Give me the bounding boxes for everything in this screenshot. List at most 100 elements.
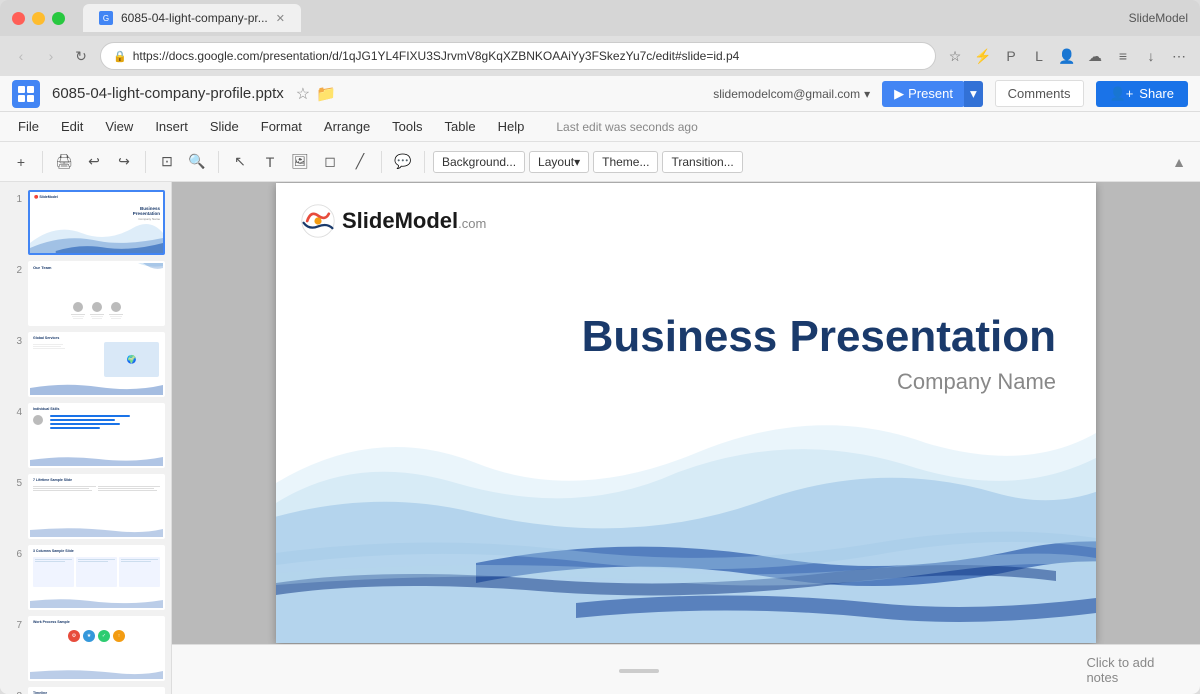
undo-button[interactable]: ↩ xyxy=(81,149,107,175)
toolbar-sep-2 xyxy=(145,151,146,173)
slide-thumb-6[interactable]: 6 3 Columns Sample Slide xyxy=(6,545,165,610)
tab-close-icon[interactable]: ✕ xyxy=(276,12,285,25)
slide-panel: 1 🔴 SlideModel BusinessPresentation Comp… xyxy=(0,182,172,694)
present-dropdown-button[interactable]: ▾ xyxy=(964,81,983,107)
slide-logo-text: SlideModel.com xyxy=(342,208,486,234)
s2-wave-top xyxy=(113,263,163,288)
cloud-icon[interactable]: ☁ xyxy=(1084,45,1106,67)
print-button[interactable]: 🖨 xyxy=(51,149,77,175)
notes-drag-handle xyxy=(192,663,1086,677)
folder-icon[interactable]: 📁 xyxy=(316,84,336,104)
slide-num-8: 8 xyxy=(6,687,22,694)
layout-button[interactable]: Layout▾ xyxy=(529,151,589,173)
slide-image-6[interactable]: 3 Columns Sample Slide xyxy=(28,545,165,610)
slide-num-7: 7 xyxy=(6,616,22,631)
address-input[interactable]: 🔒 https://docs.google.com/presentation/d… xyxy=(100,42,936,70)
account-info: slidemodelcom@gmail.com ▾ xyxy=(713,87,870,101)
present-play-icon: ▶ xyxy=(894,86,904,102)
menu-insert[interactable]: Insert xyxy=(145,116,198,137)
menu-tools[interactable]: Tools xyxy=(382,116,432,137)
slide-thumb-1[interactable]: 1 🔴 SlideModel BusinessPresentation Comp… xyxy=(6,190,165,255)
notes-area[interactable]: Click to add notes xyxy=(172,644,1200,694)
line-tool[interactable]: ╱ xyxy=(347,149,373,175)
wave-svg xyxy=(276,403,1096,643)
shape-tool[interactable]: ◻ xyxy=(317,149,343,175)
menu-help[interactable]: Help xyxy=(488,116,535,137)
slide-image-3[interactable]: Global Services 🌍 xyxy=(28,332,165,397)
zoom-fit-button[interactable]: ⊡ xyxy=(154,149,180,175)
menu-table[interactable]: Table xyxy=(435,116,486,137)
slide-thumb-7[interactable]: 7 Work Process Sample ⚙ ★ ✓ ↑ xyxy=(6,616,165,681)
slide-num-6: 6 xyxy=(6,545,22,560)
menu-slide[interactable]: Slide xyxy=(200,116,249,137)
slide-editor[interactable]: SlideModel.com Business Presentation Com… xyxy=(172,182,1200,644)
present-button[interactable]: ▶ Present xyxy=(882,81,965,107)
maximize-button[interactable] xyxy=(52,12,65,25)
background-button[interactable]: Background... xyxy=(433,151,525,173)
browser-tab[interactable]: G 6085-04-light-company-pr... ✕ xyxy=(83,4,301,32)
add-button[interactable]: + xyxy=(8,149,34,175)
slide-canvas[interactable]: SlideModel.com Business Presentation Com… xyxy=(276,183,1096,643)
cursor-tool[interactable]: ↖ xyxy=(227,149,253,175)
app-area: 6085-04-light-company-profile.pptx ☆ 📁 s… xyxy=(0,76,1200,694)
transition-button[interactable]: Transition... xyxy=(662,151,742,173)
image-tool[interactable]: 🖼 xyxy=(287,149,313,175)
slide-5-content: 7 Lifetime Sample Slide xyxy=(30,476,163,537)
slide-logo-area: SlideModel.com xyxy=(300,203,486,239)
text-tool[interactable]: T xyxy=(257,149,283,175)
slide-thumb-8[interactable]: 8 Timeline xyxy=(6,687,165,694)
account-chevron[interactable]: ▾ xyxy=(864,87,870,101)
toolbar-sep-4 xyxy=(381,151,382,173)
menu-arrange[interactable]: Arrange xyxy=(314,116,380,137)
slide-3-content: Global Services 🌍 xyxy=(30,334,163,395)
profile-icon[interactable]: 👤 xyxy=(1056,45,1078,67)
slide-7-content: Work Process Sample ⚙ ★ ✓ ↑ xyxy=(30,618,163,679)
toolbar-collapse-button[interactable]: ▲ xyxy=(1166,149,1192,175)
slide-subtitle: Company Name xyxy=(582,369,1056,395)
close-button[interactable] xyxy=(12,12,25,25)
menu-edit[interactable]: Edit xyxy=(51,116,93,137)
forward-button[interactable]: › xyxy=(40,45,62,67)
menu-file[interactable]: File xyxy=(8,116,49,137)
s2-people xyxy=(34,302,159,319)
slide-thumb-4[interactable]: 4 Individual Skills xyxy=(6,403,165,468)
more-icon[interactable]: ⋯ xyxy=(1168,45,1190,67)
bookmark-icon[interactable]: ☆ xyxy=(944,45,966,67)
app-title-bar: 6085-04-light-company-profile.pptx ☆ 📁 s… xyxy=(0,76,1200,112)
redo-button[interactable]: ↪ xyxy=(111,149,137,175)
theme-button[interactable]: Theme... xyxy=(593,151,658,173)
refresh-button[interactable]: ↻ xyxy=(70,45,92,67)
comment-tool[interactable]: 💬 xyxy=(390,149,416,175)
title-bar: G 6085-04-light-company-pr... ✕ SlideMod… xyxy=(0,0,1200,36)
url-text: https://docs.google.com/presentation/d/1… xyxy=(133,49,740,63)
menu-view[interactable]: View xyxy=(95,116,143,137)
pocket-icon[interactable]: P xyxy=(1000,45,1022,67)
minimize-button[interactable] xyxy=(32,12,45,25)
slide-thumb-3[interactable]: 3 Global Services 🌍 xyxy=(6,332,165,397)
slide-image-1[interactable]: 🔴 SlideModel BusinessPresentation Compan… xyxy=(28,190,165,255)
slide-image-2[interactable]: Our Team xyxy=(28,261,165,326)
layers-icon[interactable]: ≡ xyxy=(1112,45,1134,67)
notes-placeholder-text[interactable]: Click to add notes xyxy=(1086,655,1180,685)
extensions-icon[interactable]: ⚡ xyxy=(972,45,994,67)
slide-image-7[interactable]: Work Process Sample ⚙ ★ ✓ ↑ xyxy=(28,616,165,681)
star-icon[interactable]: ☆ xyxy=(296,84,310,104)
zoom-button[interactable]: 🔍 xyxy=(184,149,210,175)
slide-image-5[interactable]: 7 Lifetime Sample Slide xyxy=(28,474,165,539)
slide-thumb-2[interactable]: 2 Our Team xyxy=(6,261,165,326)
toolbar-sep-1 xyxy=(42,151,43,173)
slide-logo-icon xyxy=(300,203,336,239)
slide-1-content: 🔴 SlideModel BusinessPresentation Compan… xyxy=(30,192,163,253)
transition-label: Transition... xyxy=(671,155,733,169)
download-icon[interactable]: ↓ xyxy=(1140,45,1162,67)
comments-button[interactable]: Comments xyxy=(995,80,1084,107)
slide-image-8[interactable]: Timeline xyxy=(28,687,165,694)
browser-toolbar-icons: ☆ ⚡ P L 👤 ☁ ≡ ↓ ⋯ xyxy=(944,45,1190,67)
menu-icon[interactable]: L xyxy=(1028,45,1050,67)
traffic-lights xyxy=(12,12,65,25)
slide-image-4[interactable]: Individual Skills xyxy=(28,403,165,468)
share-button[interactable]: 👤+ Share xyxy=(1096,81,1188,107)
menu-format[interactable]: Format xyxy=(251,116,312,137)
slide-thumb-5[interactable]: 5 7 Lifetime Sample Slide xyxy=(6,474,165,539)
back-button[interactable]: ‹ xyxy=(10,45,32,67)
